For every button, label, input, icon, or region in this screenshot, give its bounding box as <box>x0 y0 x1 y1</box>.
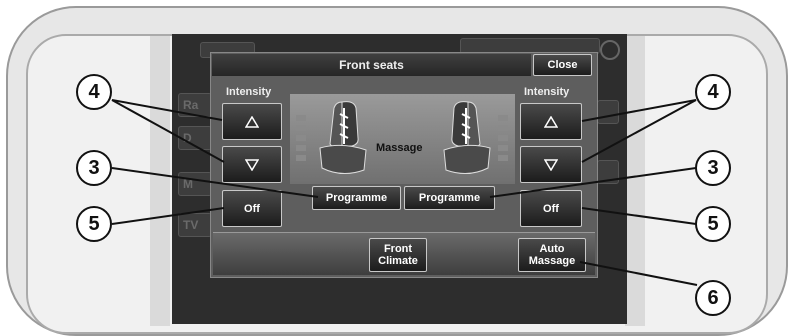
callout-intensity-left: 4 <box>76 74 112 110</box>
callout-off-left: 5 <box>76 206 112 242</box>
callout-off-right: 5 <box>695 206 731 242</box>
callout-auto-massage: 6 <box>695 280 731 316</box>
callout-programme-left: 3 <box>76 150 112 186</box>
callout-programme-right: 3 <box>695 150 731 186</box>
callout-leader-lines <box>111 99 698 286</box>
callout-intensity-right: 4 <box>695 74 731 110</box>
